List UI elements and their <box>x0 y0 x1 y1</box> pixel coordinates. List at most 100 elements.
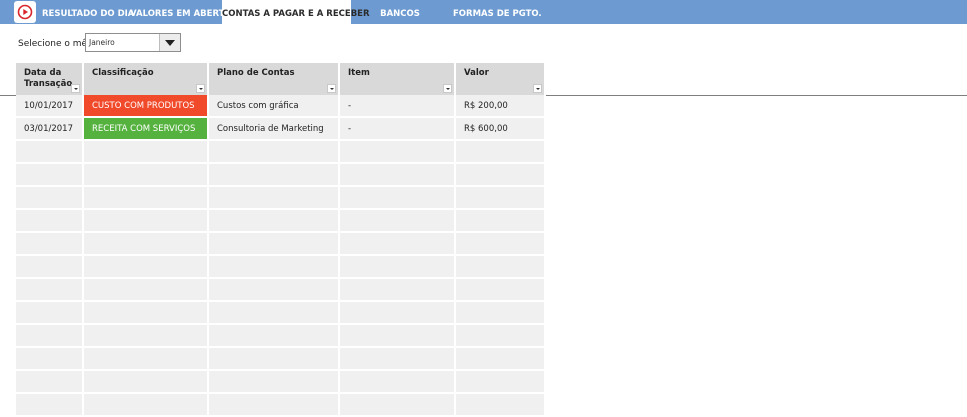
empty-cell[interactable] <box>456 141 546 163</box>
empty-table-row[interactable] <box>16 141 546 164</box>
empty-table-row[interactable] <box>16 302 546 325</box>
dropdown-arrow-icon[interactable] <box>159 34 180 51</box>
table-row[interactable]: 10/01/2017 CUSTO COM PRODUTOS Custos com… <box>16 95 546 118</box>
tab-bancos[interactable]: BANCOS <box>375 0 425 24</box>
empty-cell[interactable] <box>209 164 340 186</box>
play-circle-logo-icon[interactable] <box>14 1 36 23</box>
empty-cell[interactable] <box>84 348 209 370</box>
empty-cell[interactable] <box>209 187 340 209</box>
empty-table-row[interactable] <box>16 164 546 187</box>
empty-cell[interactable] <box>84 325 209 347</box>
empty-cell[interactable] <box>340 371 456 393</box>
empty-cell[interactable] <box>456 256 546 278</box>
empty-cell[interactable] <box>456 233 546 255</box>
empty-cell[interactable] <box>340 302 456 324</box>
empty-cell[interactable] <box>16 210 84 232</box>
empty-cell[interactable] <box>456 164 546 186</box>
table-row[interactable]: 03/01/2017 RECEITA COM SERVIÇOS Consulto… <box>16 118 546 141</box>
empty-cell[interactable] <box>340 256 456 278</box>
empty-cell[interactable] <box>209 325 340 347</box>
month-select[interactable]: Janeiro <box>85 33 181 52</box>
cell-valor[interactable]: R$ 600,00 <box>456 118 546 140</box>
empty-cell[interactable] <box>16 187 84 209</box>
empty-cell[interactable] <box>209 256 340 278</box>
filter-dropdown-icon[interactable] <box>443 84 452 93</box>
empty-cell[interactable] <box>209 394 340 416</box>
empty-cell[interactable] <box>209 348 340 370</box>
empty-cell[interactable] <box>456 394 546 416</box>
empty-table-row[interactable] <box>16 187 546 210</box>
empty-cell[interactable] <box>16 233 84 255</box>
empty-cell[interactable] <box>16 394 84 416</box>
empty-cell[interactable] <box>16 348 84 370</box>
cell-date[interactable]: 10/01/2017 <box>16 95 84 117</box>
empty-cell[interactable] <box>84 187 209 209</box>
empty-cell[interactable] <box>340 233 456 255</box>
tab-contas-a-pagar-e-a-receber[interactable]: CONTAS A PAGAR E A RECEBER <box>222 0 370 24</box>
empty-cell[interactable] <box>84 141 209 163</box>
empty-cell[interactable] <box>340 187 456 209</box>
empty-cell[interactable] <box>16 256 84 278</box>
column-header-valor: Valor <box>456 63 546 95</box>
empty-cell[interactable] <box>456 210 546 232</box>
empty-table-row[interactable] <box>16 394 546 417</box>
filter-dropdown-icon[interactable] <box>71 84 80 93</box>
empty-cell[interactable] <box>456 279 546 301</box>
empty-cell[interactable] <box>16 325 84 347</box>
empty-cell[interactable] <box>340 141 456 163</box>
empty-cell[interactable] <box>16 371 84 393</box>
empty-cell[interactable] <box>84 164 209 186</box>
empty-cell[interactable] <box>209 141 340 163</box>
empty-table-row[interactable] <box>16 256 546 279</box>
empty-cell[interactable] <box>340 210 456 232</box>
empty-table-row[interactable] <box>16 325 546 348</box>
empty-cell[interactable] <box>84 279 209 301</box>
empty-table-row[interactable] <box>16 210 546 233</box>
cell-item[interactable]: - <box>340 118 456 140</box>
empty-cell[interactable] <box>456 371 546 393</box>
cell-plano-de-contas[interactable]: Custos com gráfica <box>209 95 340 117</box>
cell-plano-de-contas[interactable]: Consultoria de Marketing <box>209 118 340 140</box>
empty-cell[interactable] <box>340 325 456 347</box>
cell-classificacao[interactable]: RECEITA COM SERVIÇOS <box>84 118 209 140</box>
empty-cell[interactable] <box>340 394 456 416</box>
empty-table-row[interactable] <box>16 279 546 302</box>
empty-cell[interactable] <box>209 279 340 301</box>
empty-cell[interactable] <box>84 302 209 324</box>
empty-cell[interactable] <box>456 348 546 370</box>
empty-cell[interactable] <box>84 394 209 416</box>
empty-cell[interactable] <box>456 302 546 324</box>
empty-cell[interactable] <box>340 279 456 301</box>
cell-valor[interactable]: R$ 200,00 <box>456 95 546 117</box>
filter-dropdown-icon[interactable] <box>533 84 542 93</box>
empty-cell[interactable] <box>84 233 209 255</box>
empty-cell[interactable] <box>340 164 456 186</box>
filter-dropdown-icon[interactable] <box>327 84 336 93</box>
empty-cell[interactable] <box>456 325 546 347</box>
tab-formas-de-pgto[interactable]: FORMAS DE PGTO. <box>453 0 542 24</box>
cell-date[interactable]: 03/01/2017 <box>16 118 84 140</box>
empty-cell[interactable] <box>16 164 84 186</box>
empty-cell[interactable] <box>456 187 546 209</box>
tab-valores-em-aberto[interactable]: VALORES EM ABERTO <box>130 0 232 24</box>
column-header-classificacao: Classificação <box>84 63 209 95</box>
cell-item[interactable]: - <box>340 95 456 117</box>
tab-resultado-do-dia[interactable]: RESULTADO DO DIA <box>42 0 134 24</box>
empty-cell[interactable] <box>84 256 209 278</box>
empty-cell[interactable] <box>209 210 340 232</box>
empty-cell[interactable] <box>16 141 84 163</box>
empty-cell[interactable] <box>209 302 340 324</box>
empty-cell[interactable] <box>16 279 84 301</box>
empty-table-row[interactable] <box>16 348 546 371</box>
column-header-label: Data da Transação <box>24 68 73 89</box>
empty-cell[interactable] <box>84 210 209 232</box>
empty-cell[interactable] <box>209 233 340 255</box>
filter-dropdown-icon[interactable] <box>196 84 205 93</box>
empty-cell[interactable] <box>340 348 456 370</box>
cell-classificacao[interactable]: CUSTO COM PRODUTOS <box>84 95 209 117</box>
empty-cell[interactable] <box>84 371 209 393</box>
empty-table-row[interactable] <box>16 233 546 256</box>
empty-cell[interactable] <box>16 302 84 324</box>
empty-cell[interactable] <box>209 371 340 393</box>
empty-table-row[interactable] <box>16 371 546 394</box>
